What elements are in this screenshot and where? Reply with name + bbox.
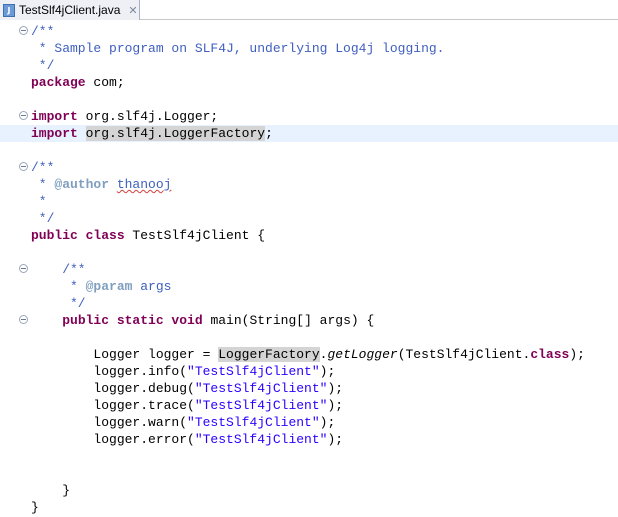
code-text: package com;: [31, 74, 125, 91]
keyword: import: [31, 109, 78, 124]
code-fragment: org.slf4j.Logger;: [77, 109, 219, 124]
tab-title: TestSlf4jClient.java: [19, 3, 121, 17]
code-fragment: *: [31, 279, 86, 294]
keyword: import: [31, 126, 78, 141]
code-text: logger.error("TestSlf4jClient");: [31, 431, 343, 448]
code-fragment: );: [327, 381, 344, 396]
code-fragment: );: [569, 347, 585, 362]
code-text: * @author thanooj: [31, 176, 172, 193]
code-fragment: [109, 177, 117, 192]
code-line: */: [0, 210, 618, 227]
fold-toggle-icon[interactable]: [19, 264, 28, 273]
string-literal: "TestSlf4jClient": [187, 415, 320, 430]
code-fragment: );: [327, 432, 344, 447]
fold-toggle-icon[interactable]: [19, 162, 28, 171]
code-line: logger.warn("TestSlf4jClient");: [0, 414, 618, 431]
code-line: * @param args: [0, 278, 618, 295]
code-fragment: Logger logger =: [31, 347, 219, 362]
code-line: *: [0, 193, 618, 210]
occurrence-highlight: LoggerFactory: [218, 347, 320, 362]
code-line: logger.trace("TestSlf4jClient");: [0, 397, 618, 414]
code-fragment: [78, 126, 86, 141]
fold-toggle-icon[interactable]: [19, 315, 28, 324]
code-text: /**: [31, 160, 55, 175]
code-fragment: ;: [265, 126, 273, 141]
code-fragment: logger.warn(: [31, 415, 188, 430]
code-text: }: [31, 500, 39, 515]
code-line: * @author thanooj: [0, 176, 618, 193]
java-file-icon: J: [3, 3, 15, 17]
keyword: package: [31, 75, 86, 90]
code-text: logger.debug("TestSlf4jClient");: [31, 380, 343, 397]
code-text: logger.trace("TestSlf4jClient");: [31, 397, 343, 414]
code-text: import org.slf4j.Logger;: [31, 108, 218, 125]
code-fragment: );: [319, 364, 336, 379]
fold-toggle-icon[interactable]: [19, 111, 28, 120]
code-line: public static void main(String[] args) {: [0, 312, 618, 329]
keyword: class: [530, 347, 570, 362]
static-method: getLogger: [327, 347, 398, 362]
occurrence-highlight: org.slf4j.LoggerFactory: [85, 126, 266, 141]
code-fragment: args: [132, 279, 172, 294]
spelling-error: thanooj: [116, 177, 172, 192]
string-literal: "TestSlf4jClient": [187, 364, 320, 379]
code-line: }: [0, 499, 618, 516]
code-text: import org.slf4j.LoggerFactory;: [31, 125, 273, 142]
code-line: logger.info("TestSlf4jClient");: [0, 363, 618, 380]
code-text: */: [31, 296, 86, 311]
close-icon[interactable]: ✕: [128, 4, 137, 17]
current-code-line: import org.slf4j.LoggerFactory;: [0, 125, 618, 142]
code-line: */: [0, 295, 618, 312]
code-fragment: );: [319, 415, 336, 430]
fold-toggle-icon[interactable]: [19, 26, 28, 35]
code-text: public static void main(String[] args) {: [31, 312, 374, 329]
string-literal: "TestSlf4jClient": [194, 398, 328, 413]
code-text: Logger logger = LoggerFactory.getLogger(…: [31, 346, 585, 363]
code-text: }: [31, 483, 71, 498]
code-fragment: logger.debug(: [31, 381, 195, 396]
code-fragment: logger.trace(: [31, 398, 195, 413]
string-literal: "TestSlf4jClient": [194, 381, 328, 396]
code-fragment: [31, 313, 62, 328]
code-fragment: main(String[] args) {: [202, 313, 375, 328]
editor-tab-bar: J TestSlf4jClient.java ✕: [0, 0, 618, 20]
keyword: public static void: [62, 313, 203, 328]
code-line: */: [0, 57, 618, 74]
code-text: *: [31, 194, 47, 209]
code-line: logger.debug("TestSlf4jClient");: [0, 380, 618, 397]
keyword: public class: [31, 228, 125, 243]
javadoc-tag: @param: [85, 279, 133, 294]
code-text: */: [31, 58, 55, 73]
code-line: }: [0, 482, 618, 499]
code-line: public class TestSlf4jClient {: [0, 227, 618, 244]
code-text: logger.warn("TestSlf4jClient");: [31, 414, 335, 431]
tab-testslf4jclient[interactable]: J TestSlf4jClient.java ✕: [0, 0, 140, 20]
code-text: */: [31, 211, 55, 226]
code-text: logger.info("TestSlf4jClient");: [31, 363, 335, 380]
code-line: /**: [0, 23, 618, 40]
code-fragment: logger.info(: [31, 364, 188, 379]
code-fragment: com;: [85, 75, 125, 90]
code-line: logger.error("TestSlf4jClient");: [0, 431, 618, 448]
code-text: public class TestSlf4jClient {: [31, 227, 265, 244]
code-line: Logger logger = LoggerFactory.getLogger(…: [0, 346, 618, 363]
code-editor[interactable]: /** * Sample program on SLF4J, underlyin…: [0, 21, 618, 517]
code-line: package com;: [0, 74, 618, 91]
code-fragment: logger.error(: [31, 432, 195, 447]
string-literal: "TestSlf4jClient": [194, 432, 328, 447]
code-fragment: TestSlf4jClient {: [124, 228, 266, 243]
javadoc-tag: @author: [54, 177, 110, 192]
code-fragment: *: [31, 177, 55, 192]
code-text: /**: [31, 24, 55, 39]
code-fragment: );: [327, 398, 344, 413]
code-text: /**: [31, 262, 86, 277]
code-fragment: (TestSlf4jClient.: [397, 347, 531, 362]
code-line: /**: [0, 159, 618, 176]
code-text: * @param args: [31, 278, 171, 295]
code-line: /**: [0, 261, 618, 278]
code-line: * Sample program on SLF4J, underlying Lo…: [0, 40, 618, 57]
code-line: import org.slf4j.Logger;: [0, 108, 618, 125]
code-text: * Sample program on SLF4J, underlying Lo…: [31, 41, 445, 56]
